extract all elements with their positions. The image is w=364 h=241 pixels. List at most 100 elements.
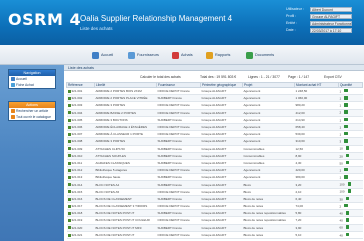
user-info-value[interactable]: Groupe ALFAGIFT [310, 13, 352, 19]
table-row[interactable]: 321.014 BLOC NOTES A4 SUDBERT France Groupe… [66, 180, 363, 189]
row-status-icon[interactable] [67, 226, 71, 230]
table-row[interactable]: 321.011 AGRAFES CLASSIQUES SUDBERT France G… [66, 159, 363, 168]
row-status-icon[interactable] [67, 96, 71, 100]
row-status-icon[interactable] [67, 89, 71, 93]
row-status-icon[interactable] [67, 211, 71, 215]
cell-text: SUDBERT France [157, 225, 182, 230]
table-row[interactable]: 321.001 ARMOIRE 2 PORTES BOIS 2X1M OFFICE … [66, 87, 363, 96]
document-icon[interactable] [344, 88, 348, 93]
cell-text: Consommables [243, 146, 265, 151]
document-icon[interactable] [344, 175, 348, 179]
document-icon[interactable] [345, 153, 350, 158]
table-row[interactable]: 321.020 BLOCS DE NOTES POST-IT MINI SUDBER… [66, 224, 363, 232]
table-row[interactable]: 321.010 ATTACHES SOUPLES SUDBERT France Gro… [66, 152, 363, 160]
row-status-icon[interactable] [67, 197, 71, 201]
column-header[interactable]: Périmètre géographique [200, 82, 243, 88]
user-info-row: Entité : Administrateur Fonctionnel [286, 20, 352, 27]
row-status-icon[interactable] [67, 161, 71, 165]
table-row[interactable]: 321.005 ARMOIRE 3 BOUTONS SUDBERT France Gr… [66, 116, 363, 124]
table-cell: OFFICE DEPOT France [156, 202, 201, 211]
toolbar-documents-button[interactable]: Documents [246, 51, 274, 59]
row-status-icon[interactable] [67, 132, 71, 136]
table-cell: Groupe ALFAGIFT [200, 166, 243, 175]
row-status-icon[interactable] [67, 176, 71, 180]
table-row[interactable]: 321.002 ARMOIRE 2 PORTES PLACE VITRÉE SUDB… [66, 94, 363, 103]
user-info-value[interactable]: Administrateur Fonctionnel [310, 20, 352, 26]
cell-text: Groupe ALFAGIFT [201, 89, 227, 94]
table-cell: 321.003 [66, 101, 95, 110]
app-logo: OSRM 4 [8, 10, 82, 29]
document-icon[interactable] [347, 182, 352, 186]
table-row[interactable]: 321.019 BLOCS DE NOTES POST-IT COULEUR OFF… [66, 216, 363, 225]
main-toolbar: Accueil Fournisseurs Achats Rapports Doc… [0, 45, 364, 65]
row-status-icon[interactable] [67, 204, 71, 208]
row-status-icon[interactable] [67, 168, 71, 172]
row-status-icon[interactable] [67, 147, 71, 151]
table-row[interactable]: 321.012 Bibliothèque 5 étagères OFFICE DEP… [66, 166, 363, 175]
document-icon[interactable] [345, 146, 350, 150]
table-row[interactable]: 321.018 BLOCS DE NOTES POST-IT SUDBERT Fra… [66, 209, 363, 218]
table-cell: BLOCS DE NOTES POST-IT [94, 231, 157, 239]
document-icon[interactable] [344, 117, 348, 122]
document-icon[interactable] [344, 124, 348, 129]
toolbar-suppliers-button[interactable]: Fournisseurs [128, 51, 159, 59]
table-cell: Groupe ALFAGIFT [200, 224, 243, 232]
table-cell: 321.012 [66, 166, 95, 175]
sidebar-item-fiche-achat[interactable]: Fiche Achat [9, 82, 55, 88]
row-status-icon[interactable] [67, 219, 71, 223]
cell-text: Blocs de notes [243, 204, 264, 209]
document-icon[interactable] [344, 103, 348, 107]
table-row[interactable]: 321.009 ATTACHES CLIPS 50 SUDBERT France Gr… [66, 145, 363, 153]
document-icon[interactable] [345, 218, 350, 222]
cell-text: 321.009 [71, 146, 83, 151]
toolbar-purchases-button[interactable]: Achats [172, 51, 193, 59]
row-status-icon[interactable] [67, 140, 71, 144]
document-icon[interactable] [345, 225, 350, 229]
row-status-icon[interactable] [67, 104, 71, 108]
cell-text: 12,50 [295, 146, 304, 151]
table-row[interactable]: 321.003 ARMOIRE 3 PORTES OFFICE DEPOT Fran… [66, 101, 363, 110]
cell-text: Agencement [243, 117, 261, 122]
table-cell: 3,90 [294, 224, 339, 232]
row-status-icon[interactable] [67, 118, 71, 122]
row-status-icon[interactable] [67, 125, 71, 129]
document-icon[interactable] [345, 160, 350, 165]
document-icon[interactable] [345, 211, 350, 215]
row-status-icon[interactable] [67, 111, 71, 115]
toolbar-home-button[interactable]: Accueil [92, 51, 113, 59]
document-icon[interactable] [345, 196, 350, 201]
calculate-total-link[interactable]: Calculer le total des achats [140, 75, 181, 79]
export-csv-button[interactable]: Export CSV [324, 75, 342, 79]
cell-text: 321.007 [71, 132, 83, 137]
table-cell: Groupe ALFAGIFT [200, 195, 243, 204]
table-row[interactable]: 321.017 BLOCS DE CLASSEMENT 3 TIROIRS OFFI… [66, 202, 363, 211]
document-icon[interactable] [344, 139, 348, 143]
document-icon[interactable] [345, 232, 350, 237]
table-row[interactable]: 321.015 BLOC NOTES A5 OFFICE DEPOT France G… [66, 188, 363, 196]
table-cell: OFFICE DEPOT France [156, 216, 201, 225]
user-info-value[interactable]: Albert Dupont [310, 6, 352, 12]
row-status-icon[interactable] [67, 183, 71, 187]
cell-text: BLOCS DE NOTES POST-IT [95, 211, 135, 216]
document-icon[interactable] [344, 131, 348, 136]
document-icon[interactable] [347, 189, 352, 193]
row-status-icon[interactable] [67, 233, 71, 237]
table-row[interactable]: 321.004 ARMOIRE BASSE 2 PORTES OFFICE DEPO… [66, 109, 363, 117]
table-row[interactable]: 321.013 Bibliothèque haute SUDBERT France G… [66, 173, 363, 182]
table-row[interactable]: 321.021 BLOCS DE NOTES POST-IT OFFICE DEPO… [66, 231, 363, 239]
row-status-icon[interactable] [67, 190, 71, 194]
document-icon[interactable] [344, 96, 348, 100]
page-subtitle-link[interactable]: Liste des achats [80, 26, 113, 31]
table-row[interactable]: 321.016 BLOCS DE CLASSEMENT SUDBERT France… [66, 195, 363, 204]
cell-text: Blocs de notes [243, 225, 264, 230]
toolbar-reports-button[interactable]: Rapports [206, 51, 230, 59]
table-cell: 1 [338, 130, 363, 139]
sidebar-item-open-catalog[interactable]: Tout ouvrir le catalogue [9, 114, 55, 120]
document-icon[interactable] [344, 167, 348, 172]
table-row[interactable]: 321.008 ARMOIRE 3 PORTES SUDBERT France Gro… [66, 137, 363, 146]
document-icon[interactable] [344, 110, 348, 114]
document-icon[interactable] [344, 203, 348, 208]
table-row[interactable]: 321.007 ARMOIRE À CLASSEUR 1 PORTE OFFICE … [66, 130, 363, 139]
table-row[interactable]: 321.006 ARMOIRE ÉCLAIRAGE 4 ÉTAGÈRES OFFIC… [66, 123, 363, 132]
row-status-icon[interactable] [67, 154, 71, 158]
